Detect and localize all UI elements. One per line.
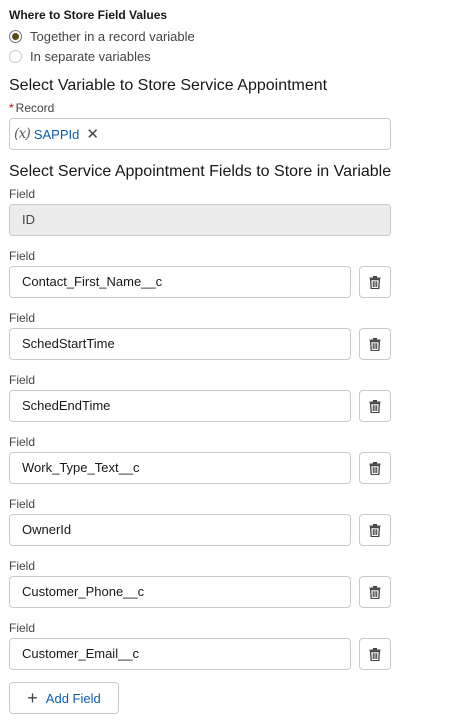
delete-field-button[interactable]	[359, 390, 391, 422]
delete-field-button[interactable]	[359, 328, 391, 360]
field-input[interactable]: Customer_Phone__c	[9, 576, 351, 608]
field-input[interactable]: SchedStartTime	[9, 328, 351, 360]
field-input[interactable]: SchedEndTime	[9, 390, 351, 422]
variable-icon: (x)	[14, 126, 31, 142]
field-label: Field	[9, 559, 36, 573]
field-label: Field	[9, 435, 36, 449]
field-label: Field	[9, 373, 36, 387]
radio-button[interactable]	[9, 49, 22, 63]
field-label: Field	[9, 311, 36, 325]
required-marker: *	[9, 101, 14, 115]
add-field-button[interactable]: + Add Field	[9, 682, 119, 714]
radio-label: In separate variables	[30, 48, 151, 64]
delete-field-button[interactable]	[359, 638, 391, 670]
remove-pill-icon[interactable]: ✕	[86, 125, 99, 143]
radio-option-record-variable[interactable]: Together in a record variable	[9, 27, 195, 45]
plus-icon: +	[27, 688, 38, 708]
field-label: Field	[9, 497, 36, 511]
delete-field-button[interactable]	[359, 266, 391, 298]
delete-field-button[interactable]	[359, 514, 391, 546]
trash-icon	[369, 461, 381, 475]
field-label: Field	[9, 187, 36, 201]
field-input[interactable]: Work_Type_Text__c	[9, 452, 351, 484]
field-input[interactable]: OwnerId	[9, 514, 351, 546]
add-field-label: Add Field	[45, 690, 101, 706]
store-values-title: Where to Store Field Values	[9, 8, 168, 22]
trash-icon	[369, 337, 381, 351]
trash-icon	[369, 399, 381, 413]
field-label: Field	[9, 249, 36, 263]
trash-icon	[369, 523, 381, 537]
delete-field-button[interactable]	[359, 452, 391, 484]
id-field-input: ID	[9, 204, 391, 236]
trash-icon	[369, 275, 381, 289]
record-label-text: Record	[15, 101, 55, 115]
field-input[interactable]: Contact_First_Name__c	[9, 266, 351, 298]
delete-field-button[interactable]	[359, 576, 391, 608]
field-input[interactable]: Customer_Email__c	[9, 638, 351, 670]
record-lookup-input[interactable]: (x) SAPPId ✕	[9, 118, 391, 150]
record-pill[interactable]: (x) SAPPId ✕	[14, 122, 99, 146]
trash-icon	[369, 585, 381, 599]
radio-label: Together in a record variable	[30, 28, 195, 44]
radio-option-separate-variables[interactable]: In separate variables	[9, 47, 151, 65]
trash-icon	[369, 647, 381, 661]
radio-button-checked[interactable]	[9, 29, 22, 43]
record-label: * Record	[9, 101, 54, 115]
select-variable-heading: Select Variable to Store Service Appoint…	[9, 77, 328, 94]
select-fields-heading: Select Service Appointment Fields to Sto…	[9, 163, 392, 180]
field-label: Field	[9, 621, 36, 635]
record-pill-label: SAPPId	[33, 126, 80, 142]
